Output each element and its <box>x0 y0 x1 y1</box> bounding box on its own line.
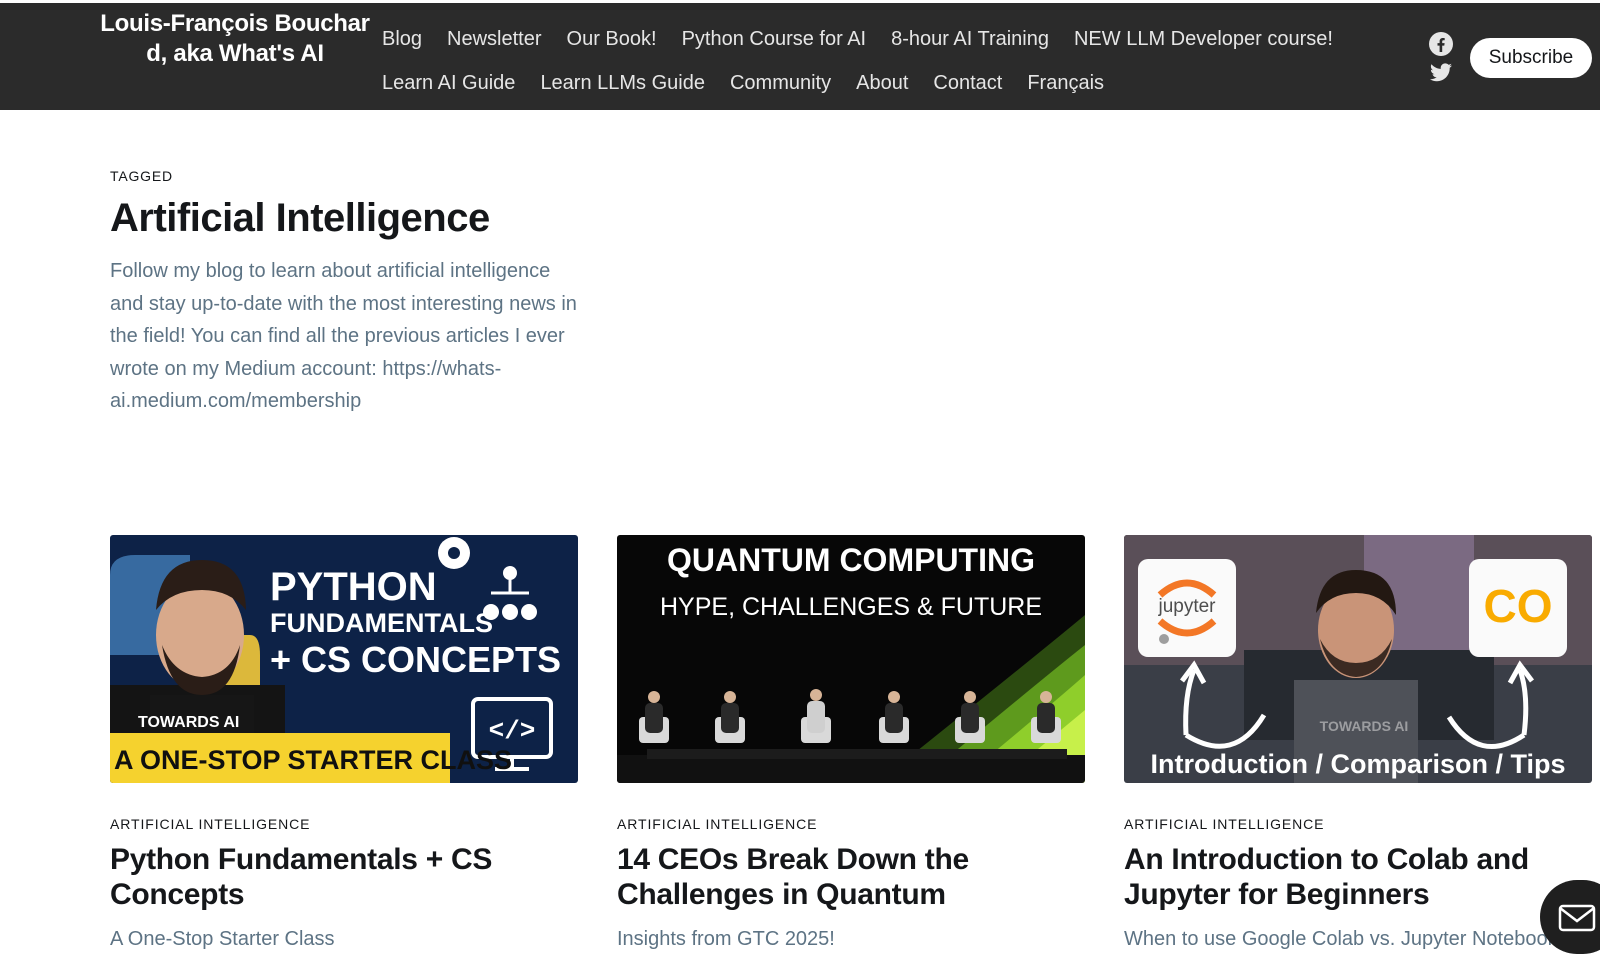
newsletter-floating-button[interactable] <box>1540 880 1600 954</box>
post-title[interactable]: An Introduction to Colab and Jupyter for… <box>1124 842 1592 912</box>
nav-learn-llms-guide[interactable]: Learn LLMs Guide <box>540 72 705 95</box>
subscribe-button[interactable]: Subscribe <box>1470 38 1592 78</box>
thumb-line2: HYPE, CHALLENGES & FUTURE <box>660 593 1042 621</box>
thumb-brand: TOWARDS AI <box>138 714 239 731</box>
post-thumbnail[interactable]: QUANTUM COMPUTING HYPE, CHALLENGES & FUT… <box>617 535 1085 783</box>
nav-francais[interactable]: Français <box>1027 72 1104 95</box>
nav-python-course[interactable]: Python Course for AI <box>682 28 867 51</box>
svg-text:</>: </> <box>489 716 536 746</box>
thumb-banner: A ONE-STOP STARTER CLASS <box>114 745 512 775</box>
thumb-banner: Introduction / Comparison / Tips <box>1150 749 1565 779</box>
thumb-line2: FUNDAMENTALS <box>270 608 493 638</box>
post-title[interactable]: 14 CEOs Break Down the Challenges in Qua… <box>617 842 1085 912</box>
post-card-quantum[interactable]: QUANTUM COMPUTING HYPE, CHALLENGES & FUT… <box>617 535 1085 951</box>
page-title: Artificial Intelligence <box>110 196 490 240</box>
twitter-icon[interactable] <box>1428 59 1454 85</box>
main-nav: Blog Newsletter Our Book! Python Course … <box>382 17 1402 105</box>
tag-description: Follow my blog to learn about artificial… <box>110 260 577 412</box>
nav-llm-developer-course[interactable]: NEW LLM Developer course! <box>1074 28 1333 51</box>
tag-header: TAGGED Artificial Intelligence Follow my… <box>110 168 580 418</box>
social-links <box>1428 31 1454 87</box>
post-tag[interactable]: ARTIFICIAL INTELLIGENCE <box>110 816 578 832</box>
nav-community[interactable]: Community <box>730 72 831 95</box>
nav-our-book[interactable]: Our Book! <box>567 28 657 51</box>
thumb-line1: PYTHON <box>270 565 437 609</box>
post-excerpt: When to use Google Colab vs. Jupyter Not… <box>1124 928 1558 950</box>
post-card-python[interactable]: PYTHON FUNDAMENTALS + CS CONCEPTS </> TO… <box>110 535 578 951</box>
nav-contact[interactable]: Contact <box>933 72 1002 95</box>
site-title[interactable]: Louis-François Bouchard, aka What's AI <box>100 9 370 69</box>
post-title[interactable]: Python Fundamentals + CS Concepts <box>110 842 578 912</box>
nav-8-hour-training[interactable]: 8-hour AI Training <box>891 28 1049 51</box>
nav-blog[interactable]: Blog <box>382 28 422 51</box>
thumb-line3: + CS CONCEPTS <box>270 639 561 680</box>
mail-icon <box>1558 904 1596 932</box>
facebook-icon[interactable] <box>1428 31 1454 57</box>
post-thumbnail[interactable]: PYTHON FUNDAMENTALS + CS CONCEPTS </> TO… <box>110 535 578 783</box>
post-tag[interactable]: ARTIFICIAL INTELLIGENCE <box>617 816 1085 832</box>
post-excerpt: A One-Stop Starter Class <box>110 928 335 950</box>
jupyter-logo-text: jupyter <box>1157 596 1216 617</box>
colab-logo-text: CO <box>1484 580 1553 632</box>
thumb-line1: QUANTUM COMPUTING <box>667 542 1035 578</box>
post-tag[interactable]: ARTIFICIAL INTELLIGENCE <box>1124 816 1592 832</box>
post-excerpt: Insights from GTC 2025! <box>617 928 835 950</box>
post-thumbnail[interactable]: jupyter CO TOWARDS AI Introduction / Com… <box>1124 535 1592 783</box>
post-card-colab[interactable]: jupyter CO TOWARDS AI Introduction / Com… <box>1124 535 1592 951</box>
nav-about[interactable]: About <box>856 72 908 95</box>
nav-newsletter[interactable]: Newsletter <box>447 28 541 51</box>
nav-row-2: Learn AI Guide Learn LLMs Guide Communit… <box>382 61 1402 105</box>
tagged-label: TAGGED <box>110 168 173 184</box>
nav-learn-ai-guide[interactable]: Learn AI Guide <box>382 72 515 95</box>
site-header: Louis-François Bouchard, aka What's AI B… <box>0 0 1600 110</box>
thumb-brand: TOWARDS AI <box>1320 718 1409 734</box>
nav-row-1: Blog Newsletter Our Book! Python Course … <box>382 17 1402 61</box>
